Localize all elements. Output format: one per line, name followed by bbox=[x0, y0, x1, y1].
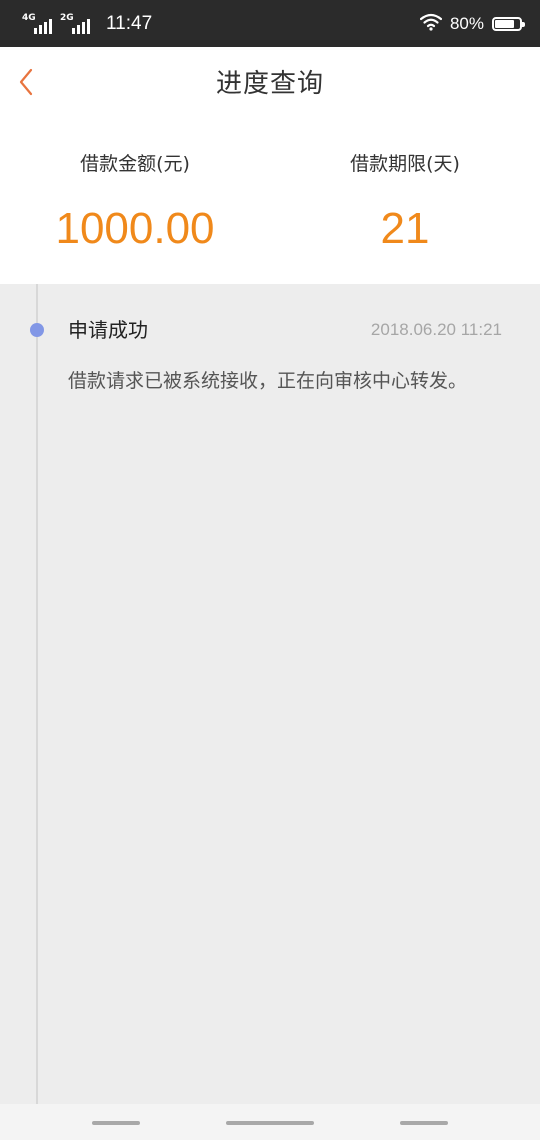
loan-term-value: 21 bbox=[380, 204, 430, 253]
loan-amount: 借款金额(元) 1000.00 bbox=[0, 121, 270, 255]
timeline-line bbox=[36, 284, 38, 1104]
wifi-icon bbox=[419, 13, 443, 35]
network-label-1: 4G bbox=[22, 12, 36, 23]
navigation-bar bbox=[0, 1104, 540, 1140]
battery-percent: 80% bbox=[449, 13, 484, 33]
title-bar: 进度查询 bbox=[0, 47, 540, 121]
nav-home-handle[interactable] bbox=[226, 1121, 314, 1125]
network-indicator-2: 2G bbox=[60, 12, 90, 34]
status-right: 80% bbox=[419, 0, 525, 47]
battery-level bbox=[495, 19, 515, 28]
nav-menu-handle[interactable] bbox=[92, 1121, 140, 1125]
network-indicator-1: 4G bbox=[22, 12, 52, 34]
loan-amount-label: 借款金额(元) bbox=[80, 153, 190, 175]
loan-term: 借款期限(天) 21 bbox=[270, 121, 540, 255]
signal-icon bbox=[34, 18, 52, 34]
status-left: 4G 2G 11:47 bbox=[22, 0, 152, 47]
event-description: 借款请求已被系统接收，正在向审核中心转发。 bbox=[68, 370, 468, 392]
battery-icon bbox=[492, 16, 525, 31]
network-label-2: 2G bbox=[60, 12, 74, 23]
nav-back-handle[interactable] bbox=[400, 1121, 448, 1125]
loan-amount-value: 1000.00 bbox=[55, 204, 215, 253]
timeline-dot bbox=[30, 323, 44, 337]
event-title: 申请成功 bbox=[68, 318, 148, 342]
clock: 11:47 bbox=[106, 12, 153, 34]
page-title: 进度查询 bbox=[215, 69, 324, 99]
progress-timeline[interactable]: 申请成功 2018.06.20 11:21 借款请求已被系统接收，正在向审核中心… bbox=[0, 284, 540, 1104]
loan-summary: 借款金额(元) 1000.00 借款期限(天) 21 bbox=[0, 121, 540, 284]
status-bar: 4G 2G 11:47 80% bbox=[0, 0, 540, 47]
signal-icon bbox=[72, 18, 90, 34]
event-time: 2018.06.20 11:21 bbox=[370, 320, 502, 339]
loan-term-label: 借款期限(天) bbox=[350, 153, 460, 175]
